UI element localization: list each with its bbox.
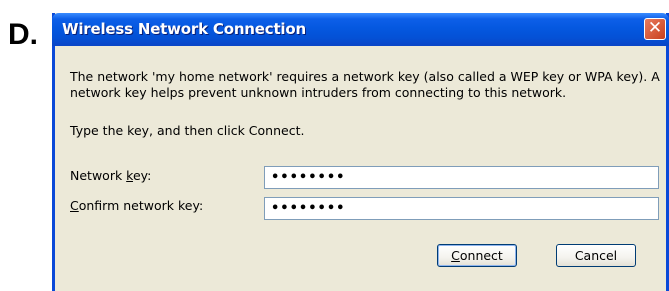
instruction-text: Type the key, and then click Connect. bbox=[70, 123, 305, 138]
message-paragraph: The network 'my home network' requires a… bbox=[70, 69, 660, 100]
close-button[interactable]: ✕ bbox=[644, 18, 666, 40]
network-key-label: Network key: bbox=[70, 168, 152, 183]
confirm-key-input[interactable]: •••••••• bbox=[264, 197, 659, 220]
confirm-key-label: Confirm network key: bbox=[70, 198, 204, 213]
connect-button[interactable]: Connect bbox=[437, 244, 517, 267]
figure-label: D. bbox=[8, 18, 38, 51]
title-bar[interactable]: Wireless Network Connection ✕ bbox=[52, 13, 669, 46]
close-icon: ✕ bbox=[647, 18, 663, 38]
wireless-connection-dialog: Wireless Network Connection ✕ The networ… bbox=[52, 13, 669, 291]
window-title: Wireless Network Connection bbox=[62, 20, 306, 38]
network-key-input[interactable]: •••••••• bbox=[264, 166, 659, 189]
cancel-button[interactable]: Cancel bbox=[556, 244, 636, 267]
